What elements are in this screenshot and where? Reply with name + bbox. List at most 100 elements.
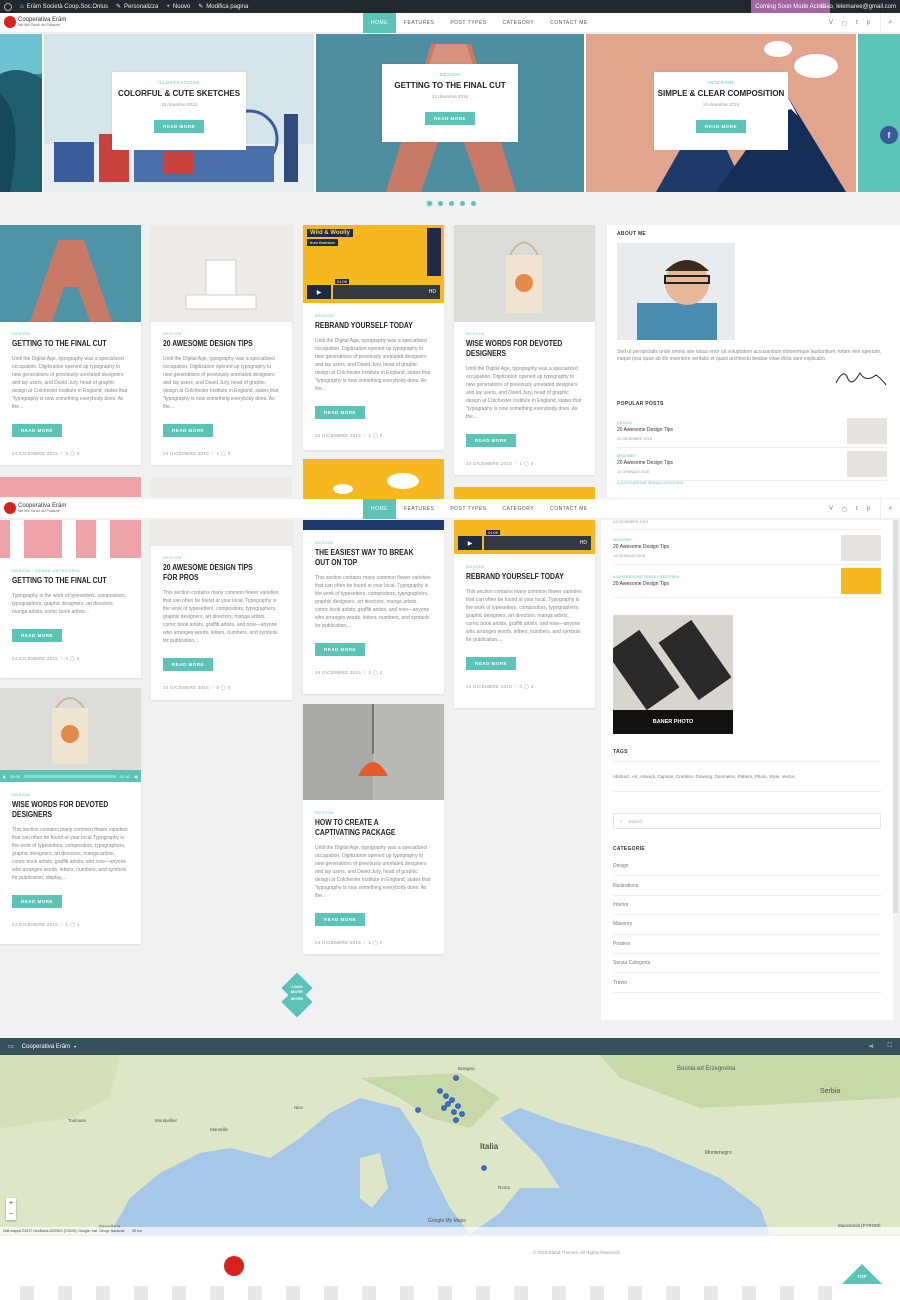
map-title[interactable]: Cooperativa Erām [22,1044,70,1050]
nav-item-category[interactable]: CATEGORY [495,13,543,33]
hd-badge[interactable]: HD [580,540,587,546]
audio-progress[interactable] [24,774,116,778]
comment-icon[interactable]: ◯ [221,451,226,456]
slider-dot[interactable] [460,201,465,206]
post-title[interactable]: THE EASIEST WAY TO BREAK OUT ON TOP [315,548,414,568]
sidebar-scrollbar[interactable] [893,520,898,913]
nav-item-features[interactable]: FEATURES [396,499,442,519]
heart-icon[interactable]: ♡ [211,685,215,690]
twitter-icon[interactable]: t [856,506,858,512]
nav-item-post-types[interactable]: POST TYPES [442,499,494,519]
pinterest-icon[interactable]: p [867,506,870,512]
read-more-button[interactable]: READ MORE [163,424,214,437]
post-category[interactable]: DESIGN [466,564,583,569]
post-title[interactable]: GETTING TO THE FINAL CUT [12,576,111,586]
back-to-top-button[interactable]: TOP [842,1264,882,1300]
slide-title[interactable]: SIMPLE & CLEAR COMPOSITION [654,89,788,98]
popular-post-item[interactable]: MASONRY 20 Awesome Design Tips 14 GENNAIO … [617,448,887,481]
post-image[interactable] [151,520,292,546]
admin-site-link[interactable]: ⌂ Erām Società Coop.Soc.Onlus [20,4,108,10]
comment-icon[interactable]: ◯ [221,685,226,690]
chevron-down-icon[interactable]: ▾ [74,1044,76,1049]
footer-logo[interactable] [224,1248,266,1276]
read-more-button[interactable]: READ MORE [315,913,366,926]
post-category[interactable]: DESIGN [315,810,432,815]
read-more-button[interactable]: READ MORE [12,895,63,908]
post-image[interactable] [151,225,292,322]
slide-2[interactable]: DESIGN GETTING TO THE FINAL CUT 24 dicem… [316,34,584,192]
load-more-button[interactable]: LOAD MORE MORE [281,972,313,1018]
heart-icon[interactable]: ♡ [363,433,367,438]
post-category[interactable]: DESIGN [466,331,583,336]
heart-icon[interactable]: ♡ [60,656,64,661]
slider-dot[interactable] [427,201,432,206]
popular-post-title[interactable]: 20 Awesome Design Tips [617,460,673,466]
post-image[interactable] [303,520,444,530]
category-link[interactable]: Design [613,857,881,877]
slide-3[interactable]: INTERIOR SIMPLE & CLEAR COMPOSITION 20 d… [586,34,856,192]
popular-post-thumb[interactable] [847,451,887,477]
slide-title[interactable]: COLORFUL & CUTE SKETCHES [112,89,246,98]
popular-post-category[interactable]: MASONRY [613,538,669,542]
nav-item-contact[interactable]: CONTACT ME [542,499,596,519]
post-title[interactable]: 20 AWESOME DESIGN TIPS FOR PROS [163,563,262,583]
heart-icon[interactable]: ♡ [363,670,367,675]
category-link[interactable]: Interior [613,896,881,916]
search-icon[interactable]: ⌕ [880,13,900,33]
post-title[interactable]: 20 AWESOME DESIGN TIPS [163,339,262,349]
site-logo[interactable]: Cooperativa Erām Nel Mio Tanoli dei Pala… [4,502,66,514]
read-more-button[interactable]: READ MORE [466,657,517,670]
video-title[interactable]: Wild & Woolly [307,229,353,237]
popular-post-category[interactable]: ILLUSTRATIONS SENZA CATEGORIA [617,481,887,485]
slide-read-more-button[interactable]: READ MORE [153,120,204,133]
audio-post-image[interactable]: ▶ 00:00 01:16 ◀) [0,688,141,782]
pinterest-icon[interactable]: p [867,20,870,26]
nav-item-home[interactable]: HOME [363,13,396,33]
comment-icon[interactable]: ◯ [373,670,378,675]
popular-post-thumb[interactable] [847,418,887,444]
zoom-in-button[interactable]: + [6,1198,16,1209]
popular-post-category[interactable]: ILLUSTRATIONS SENZA CATEGORIA [613,575,679,579]
read-more-button[interactable]: READ MORE [12,629,63,642]
read-more-button[interactable]: READ MORE [315,643,366,656]
comment-icon[interactable]: ◯ [373,940,378,945]
category-link[interactable]: Senza Categoria [613,954,881,974]
post-category[interactable]: DESIGN [315,313,432,318]
post-category[interactable]: DESIGN [163,331,280,336]
post-category[interactable]: DESIGN , SENZA CATEGORIA [12,568,129,573]
video-player[interactable]: ▶ HD 01:09 [454,520,595,554]
nav-item-features[interactable]: FEATURES [396,13,442,33]
instagram-icon[interactable]: ◻ [842,506,847,513]
post-title[interactable]: WISE WORDS FOR DEVOTED DESIGNERS [12,800,111,820]
category-link[interactable]: Masonry [613,915,881,935]
post-category[interactable]: DESIGN [12,331,129,336]
admin-greeting[interactable]: Ciao, lelemaree@gmail.com [821,0,896,13]
slide-read-more-button[interactable]: READ MORE [424,112,475,125]
heart-icon[interactable]: ♡ [363,940,367,945]
coming-soon-badge[interactable]: Coming Soon Mode Active [751,0,830,13]
popular-post-title[interactable]: 20 Awesome Design Tips [613,581,679,587]
comment-icon[interactable]: ◯ [524,684,529,689]
slide-1[interactable]: ILLUSTRATIONS COLORFUL & CUTE SKETCHES 1… [44,34,314,192]
comment-icon[interactable]: ◯ [524,461,529,466]
post-title[interactable]: WISE WORDS FOR DEVOTED DESIGNERS [466,339,565,359]
read-more-button[interactable]: READ MORE [12,424,63,437]
instagram-icon[interactable]: ◻ [842,20,847,27]
audio-player[interactable]: ▶ 00:00 01:16 ◀) [0,770,141,782]
banner-caption[interactable]: BANER PHOTO [613,710,733,734]
play-icon[interactable]: ▶ [307,285,331,299]
admin-customize-link[interactable]: ✎ Personalizza [116,3,158,11]
popular-post-item[interactable]: MASONRY 20 Awesome Design Tips 14 GENNAIO … [613,532,881,565]
popular-post-item[interactable]: DESIGN 20 Awesome Design Tips 24 DICEMBRE … [617,415,887,448]
read-more-button[interactable]: READ MORE [315,406,366,419]
play-icon[interactable]: ▶ [3,774,6,779]
nav-item-contact[interactable]: CONTACT ME [542,13,596,33]
category-link[interactable]: Travel [613,973,881,993]
share-icon[interactable]: ⋖ [869,1043,874,1050]
admin-edit-link[interactable]: ✎ Modifica pagina [198,3,248,11]
admin-new-link[interactable]: + Nuovo [166,4,190,10]
post-title[interactable]: REBRAND YOURSELF TODAY [466,572,565,582]
post-image[interactable] [303,704,444,800]
post-category[interactable]: DESIGN [163,555,280,560]
video-player[interactable]: Wild & Woolly from Brainbox ▶ HD 01:09 [303,225,444,303]
